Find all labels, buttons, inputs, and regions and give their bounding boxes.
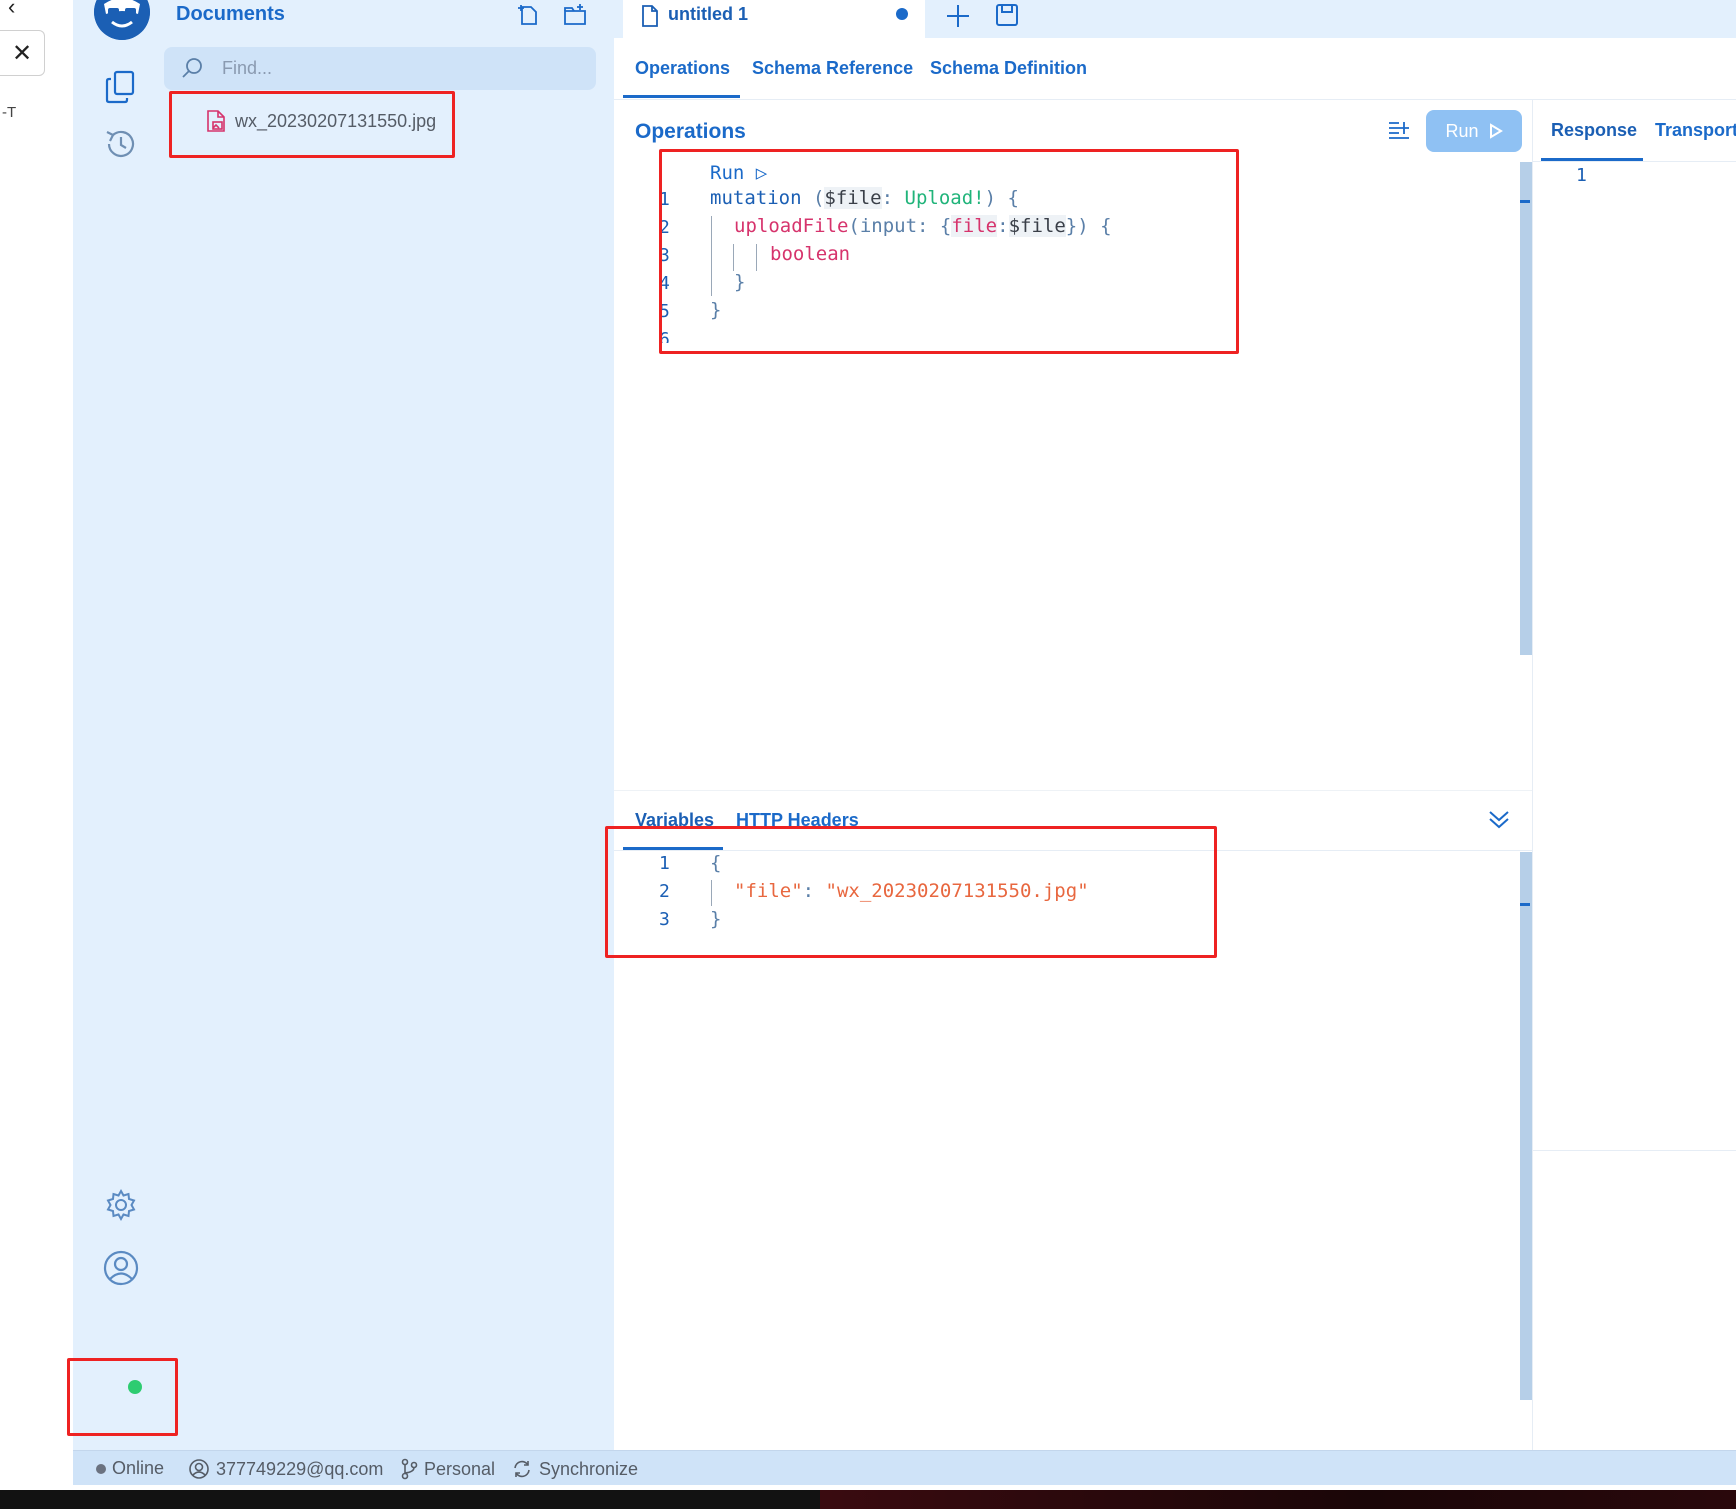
new-folder-button[interactable] (558, 0, 592, 30)
close-icon: ✕ (11, 39, 33, 67)
search-icon (180, 56, 204, 80)
operations-scrollbar[interactable] (1520, 162, 1532, 655)
online-status: Online (96, 1458, 164, 1479)
operations-heading: Operations (635, 120, 746, 143)
background-window-text: -T (2, 104, 17, 121)
save-button[interactable] (994, 2, 1020, 28)
divider (614, 99, 1736, 100)
sync-icon (514, 1460, 530, 1478)
annotation-box-file (169, 91, 455, 158)
annotation-box-account (67, 1358, 178, 1436)
new-tab-button[interactable] (944, 2, 972, 30)
documents-icon[interactable] (101, 67, 141, 107)
sidebar-title: Documents (176, 3, 285, 25)
background-window (0, 0, 73, 1480)
documents-sidebar (169, 0, 614, 1450)
double-chevron-down-icon (1489, 811, 1509, 829)
run-button-label: Run (1445, 120, 1479, 141)
annotation-box-variables (605, 826, 1217, 958)
back-icon[interactable]: ‹ (8, 0, 15, 20)
sync-label: Synchronize (539, 1458, 639, 1479)
scroll-marker (1520, 903, 1530, 906)
active-tab-indicator (623, 95, 740, 98)
collapse-button[interactable] (1486, 806, 1512, 832)
branch-icon (401, 1458, 418, 1480)
divider (1533, 1150, 1736, 1151)
tab-transport[interactable]: Transport (1655, 120, 1736, 141)
run-button[interactable]: Run (1426, 110, 1522, 152)
taskbar-wallpaper (820, 1490, 1736, 1509)
tab-schema-reference[interactable]: Schema Reference (752, 58, 913, 79)
account-status[interactable]: 377749229@qq.com (188, 1458, 383, 1480)
variables-scrollbar[interactable] (1520, 852, 1532, 1400)
document-icon (640, 4, 660, 28)
account-icon[interactable] (101, 1248, 141, 1288)
account-label: 377749229@qq.com (216, 1458, 384, 1479)
save-icon (996, 4, 1018, 26)
tab-schema-definition[interactable]: Schema Definition (930, 58, 1087, 79)
line-number: 1 (1576, 165, 1587, 186)
search-placeholder: Find... (222, 58, 273, 78)
prettify-icon (1389, 122, 1409, 139)
unsaved-indicator (896, 8, 908, 20)
online-label: Online (112, 1458, 165, 1478)
pane-divider[interactable] (1532, 100, 1533, 1450)
status-dot-icon (96, 1463, 106, 1474)
plus-icon (947, 5, 969, 27)
history-icon[interactable] (101, 124, 141, 164)
annotation-box-operation (659, 149, 1239, 354)
prettify-button[interactable] (1386, 118, 1412, 144)
user-icon (189, 1459, 209, 1479)
pane-divider[interactable] (614, 790, 1532, 791)
scroll-marker (1520, 200, 1530, 203)
workspace-status[interactable]: Personal (400, 1458, 495, 1480)
new-file-icon (518, 5, 537, 25)
workspace-label: Personal (424, 1458, 496, 1479)
close-button[interactable]: ✕ (0, 30, 45, 76)
divider (1532, 161, 1736, 162)
activity-bar (73, 0, 169, 1450)
play-icon (1489, 123, 1503, 139)
settings-icon[interactable] (101, 1185, 141, 1225)
tab-title: untitled 1 (668, 4, 748, 24)
new-file-button[interactable] (511, 0, 545, 30)
tab-operations[interactable]: Operations (635, 58, 730, 79)
new-folder-icon (564, 4, 586, 25)
tab-response[interactable]: Response (1551, 120, 1637, 141)
sync-status[interactable]: Synchronize (511, 1458, 638, 1480)
